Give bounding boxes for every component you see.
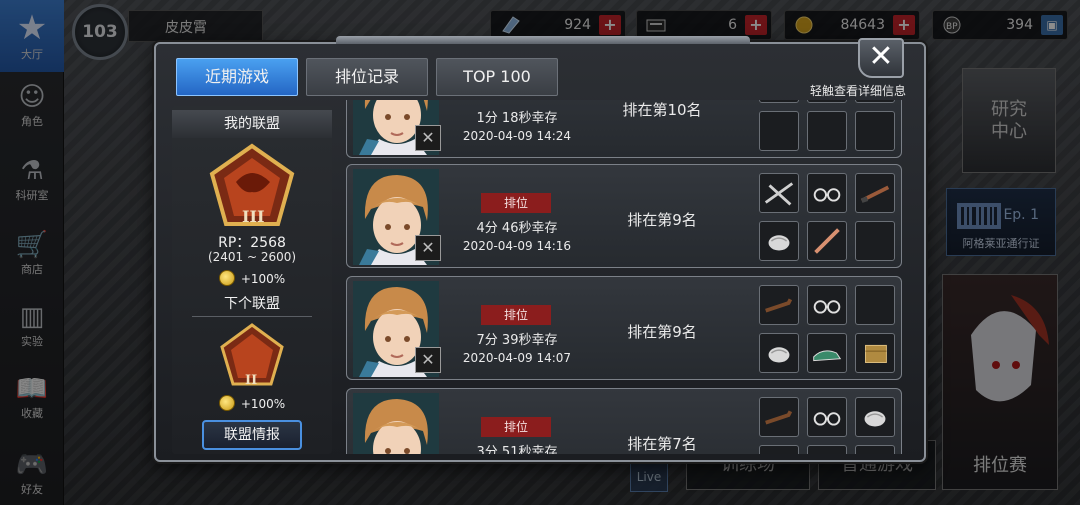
item-slot[interactable]	[855, 333, 895, 373]
item-slot[interactable]	[759, 333, 799, 373]
item-slot[interactable]	[807, 397, 847, 437]
item-slot[interactable]	[855, 445, 895, 454]
tab-rank-records-label: 排位记录	[334, 67, 399, 86]
item-slot[interactable]	[855, 221, 895, 261]
ranked-badge: 排位	[481, 305, 551, 325]
game-row[interactable]: ✕ 1分 18秒幸存 2020-04-09 14:24 排在第10名	[346, 100, 902, 158]
placement-text: 排在第9名	[627, 211, 697, 229]
crossbow-icon	[764, 182, 794, 206]
game-timestamp: 2020-04-09 14:07	[462, 351, 572, 365]
dialog-top-rail	[336, 36, 750, 44]
shoes-icon	[813, 350, 842, 362]
item-slot[interactable]	[807, 445, 847, 454]
character-portrait	[353, 393, 439, 454]
my-alliance-title: 我的联盟	[172, 110, 332, 138]
bundle-icon	[768, 347, 790, 363]
weapon-class-icon: ✕	[415, 347, 441, 373]
box-icon	[865, 344, 887, 363]
alliance-bonus-value: +100%	[240, 272, 286, 286]
gold-coin-icon	[218, 270, 235, 286]
tap-for-details-hint: 轻触查看详细信息	[809, 84, 906, 98]
rp-range: (2401 ~ 2600)	[207, 250, 297, 264]
glasses-icon	[813, 188, 841, 202]
next-alliance-title: 下个联盟	[224, 296, 280, 312]
item-slot[interactable]	[759, 173, 799, 213]
alliance-bonus: +100%	[172, 270, 332, 286]
placement-text: 排在第7名	[627, 435, 697, 453]
gun-icon	[765, 298, 793, 313]
item-slot[interactable]	[759, 100, 799, 103]
bundle-icon	[768, 235, 790, 251]
game-row[interactable]: ✕排位3分 51秒幸存排在第7名	[346, 388, 902, 454]
glasses-icon	[813, 300, 841, 314]
next-alliance-bonus: +100%	[172, 395, 332, 411]
gold-coin-icon	[218, 395, 235, 411]
weapon-class-icon: ✕	[415, 235, 441, 261]
item-slot[interactable]	[807, 111, 847, 151]
glasses-icon	[813, 412, 841, 426]
next-alliance-emblem-icon: II	[220, 323, 284, 388]
item-slot[interactable]	[759, 111, 799, 151]
bundle-icon	[864, 411, 886, 427]
ranked-badge: 排位	[481, 193, 551, 213]
item-slot[interactable]	[855, 173, 895, 213]
rp-value: RP：2568	[218, 235, 286, 251]
item-slot[interactable]	[759, 397, 799, 437]
close-button[interactable]: ✕	[858, 38, 904, 78]
item-slot[interactable]	[807, 285, 847, 325]
item-slot[interactable]	[807, 173, 847, 213]
survival-time: 1分 18秒幸存	[476, 111, 558, 126]
item-slot[interactable]	[759, 445, 799, 454]
placement-text: 排在第9名	[627, 323, 697, 341]
tab-recent-games[interactable]: 近期游戏	[176, 58, 298, 96]
tab-recent-games-label: 近期游戏	[204, 67, 269, 86]
survival-time: 4分 46秒幸存	[476, 221, 558, 236]
alliance-emblem-icon: III	[209, 143, 295, 226]
item-slot[interactable]	[807, 100, 847, 103]
svg-text:II: II	[245, 373, 257, 388]
portrait-frame	[353, 393, 439, 454]
close-icon: ✕	[868, 39, 894, 74]
gun-icon	[765, 410, 793, 425]
tab-top-100-label: TOP 100	[463, 67, 531, 86]
svg-text:III: III	[242, 207, 264, 226]
placement-text: 排在第10名	[622, 101, 702, 119]
survival-time: 3分 51秒幸存	[476, 445, 558, 454]
next-alliance-bonus-value: +100%	[240, 397, 286, 411]
survival-time: 7分 39秒幸存	[476, 333, 558, 348]
item-slot[interactable]	[855, 285, 895, 325]
dagger-icon	[860, 185, 890, 203]
item-slot[interactable]	[807, 333, 847, 373]
ranked-badge: 排位	[481, 417, 551, 437]
tab-rank-records[interactable]: 排位记录	[306, 58, 428, 96]
game-row[interactable]: ✕ 排位 4分 46秒幸存 2020-04-09 14:16 排在第9名	[346, 164, 902, 268]
alliance-info-button[interactable]: 联盟情报	[202, 420, 302, 450]
item-slot[interactable]	[807, 221, 847, 261]
rope-icon	[814, 228, 840, 254]
item-slot[interactable]	[855, 100, 895, 103]
item-slot[interactable]	[855, 397, 895, 437]
game-timestamp: 2020-04-09 14:16	[462, 239, 572, 253]
game-row[interactable]: ✕ 排位 7分 39秒幸存 2020-04-09 14:07 排在第9名	[346, 276, 902, 380]
tab-top-100[interactable]: TOP 100	[436, 58, 558, 96]
alliance-panel: 我的联盟 III RP：2568 (2401 ~ 2600) +100% 下个联…	[172, 106, 332, 454]
item-slot[interactable]	[759, 221, 799, 261]
item-slot[interactable]	[759, 285, 799, 325]
weapon-class-icon: ✕	[415, 125, 441, 151]
recent-games-list[interactable]: ✕ 1分 18秒幸存 2020-04-09 14:24 排在第10名 ✕ 排位 4分 46…	[344, 100, 904, 454]
item-slot[interactable]	[855, 111, 895, 151]
game-timestamp: 2020-04-09 14:24	[462, 129, 572, 143]
